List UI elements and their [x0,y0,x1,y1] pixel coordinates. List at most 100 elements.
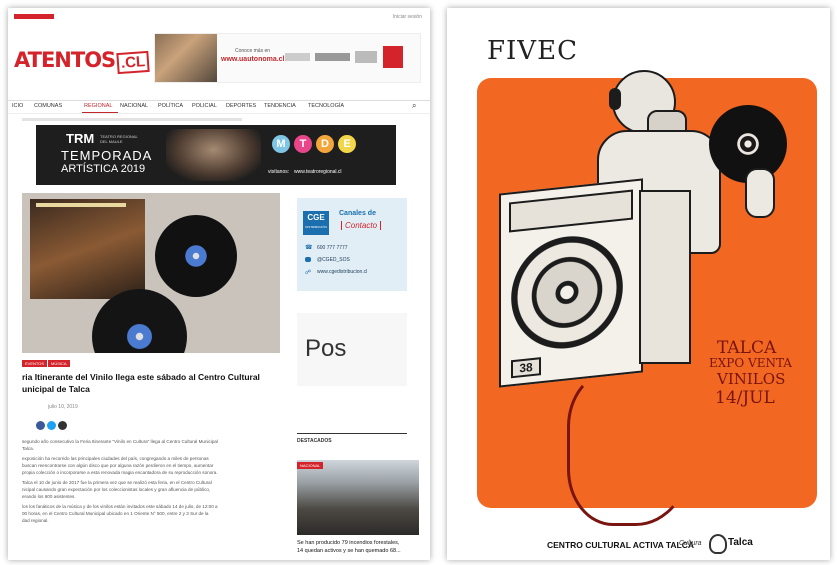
cge-logo: CGE DISTRIBUCIÓN [303,211,329,235]
logo-suffix: .CL [116,50,151,75]
promo-dancer [166,129,261,181]
login-link[interactable]: Iniciar sesión [393,14,422,20]
article-paragraph: los los fanáticos de la música y de los … [22,504,218,509]
twitter-share-icon[interactable] [47,421,56,430]
side-panel [639,190,691,364]
cultura-logo: Cultura [679,540,702,547]
destacados-heading: DESTACADOS [297,438,332,444]
album-title-strip [36,203,126,207]
promo-visit: visítanos: [268,169,290,175]
article-paragraph: 00 horas, en el Centro Cultural Municipa… [22,511,209,516]
promo-line2: ARTÍSTICA 2019 [61,163,146,175]
nav-item-policial[interactable]: POLICIAL [192,103,217,109]
destacados-image[interactable] [297,460,419,535]
astronaut-hand [745,168,775,218]
breadcrumb [22,118,242,121]
cge-twitter: @CGED_SOS [317,257,350,263]
cge-brand: CGE [307,213,325,222]
ad-logo-1 [285,53,310,61]
promo-url: www.teatroregional.cl [294,169,342,175]
album-cover [30,199,145,299]
promo-line1: TEMPORADA [61,148,153,163]
nav-item-politica[interactable]: POLÍTICA [158,103,183,109]
promo-brand-sub: TEATRO REGIONAL DEL MAULE [100,134,138,144]
promo-letter-d: D [316,135,334,153]
cge-title: Canales de [339,210,376,217]
article-paragraph: buscan reencontrarse con algún disco que… [22,463,214,468]
phone-icon: ☎ [305,245,313,251]
talca-emblem-icon [709,534,727,554]
news-page: Iniciar sesión ATENTOS .CL Conoce más en … [8,8,430,560]
poster-line1: EXPO VENTA [709,356,792,370]
destacados-divider [297,433,407,434]
article-tag-eventos[interactable]: EVENTOS [22,360,48,367]
article-title-line2: unicipal de Talca [22,384,90,394]
speaker-backpack: 38 [499,178,643,388]
article-title-line1: ria Itinerante del Vinilo llega este sáb… [22,372,260,382]
fivec-poster: FIVEC 38 TALCA EXPO VENTA VINILOS 14/JUL… [447,8,830,560]
nav-item-tecnologia[interactable]: TECNOLOGÍA [308,103,344,109]
turntable-top [509,189,633,233]
promo-letter-t: T [294,135,312,153]
search-icon[interactable]: ⌕ [412,101,416,111]
article-paragraph: exposición ha recorrido las principales … [22,456,209,461]
speaker-cone [511,230,623,355]
poster-line2: VINILOS [717,370,786,388]
article-paragraph: erando los 600 asistentes. [22,494,76,499]
headphones-icon [609,88,621,110]
cge-phone: 600 777 7777 [317,245,348,251]
article-date: julio 10, 2019 [48,404,78,410]
sidebar-ad-cge[interactable]: CGE DISTRIBUCIÓN Canales de Contacto ☎ 6… [297,198,407,291]
promo-letter-e: E [338,135,356,153]
nav-item-nacional[interactable]: NACIONAL [120,103,148,109]
whatsapp-share-icon[interactable] [58,421,67,430]
web-icon: ☍ [305,270,312,276]
cge-brand-sub: DISTRIBUCIÓN [305,225,327,229]
nav-item-inicio[interactable]: ICIO [12,103,23,109]
main-nav: ICIO COMUNAS REGIONAL NACIONAL POLÍTICA … [8,100,430,114]
article-paragraph: segundo año consecutivo la Feria Itinera… [22,439,218,444]
article-paragraph: propia colección o incorporarse a esta r… [22,470,218,475]
nav-item-regional[interactable]: REGIONAL [84,103,112,109]
ad-photo [155,34,217,82]
poster-title: FIVEC [487,36,578,66]
promo-banner[interactable]: TRM TEATRO REGIONAL DEL MAULE TEMPORADA … [36,125,396,185]
twitter-icon [305,257,311,262]
article-paragraph: nicipal causando gran expectación por lo… [22,487,211,492]
article-hero-image [22,193,280,353]
talca-logo: Talca [728,537,753,548]
nav-active-underline [82,112,118,113]
article-paragraph: Talca. [22,446,34,451]
poster-footer: CENTRO CULTURAL ACTIVA TALCA [547,540,695,550]
article-tag-musica[interactable]: MÚSICA [48,360,70,367]
nav-item-deportes[interactable]: DEPORTES [226,103,256,109]
vinyl-record-1 [155,215,237,297]
article-paragraph: Talca el 10 de junio de 2017 fue la prim… [22,480,212,485]
ad-banner[interactable]: Conoce más en www.uautonoma.cl [154,33,421,83]
article-body: segundo año consecutivo la Feria Itinera… [22,438,294,524]
nav-item-tendencia[interactable]: TENDENCIA [264,103,296,109]
sidebar-ad-2[interactable]: Pos [297,313,407,386]
poster-date: 14/JUL [715,388,775,408]
facebook-share-icon[interactable] [36,421,45,430]
destacados-headline-line1[interactable]: Se han producido 79 incendios forestales… [297,540,399,546]
destacados-tag[interactable]: NACIONAL [297,462,324,469]
article-paragraph: dad regional. [22,518,49,523]
top-red-tag [14,14,54,19]
ad-url: www.uautonoma.cl [221,56,285,63]
sidebar-ad-2-text: Pos [305,335,347,362]
ad-logo-4 [383,46,403,68]
destacados-headline-line2[interactable]: 14 quedan activos y se han quemado 68... [297,548,401,554]
ad-logo-3 [355,51,377,63]
ad-line1: Conoce más en [235,48,271,54]
logo-text: ATENTOS [14,48,116,72]
poster-city: TALCA [717,338,777,358]
promo-letter-m: M [272,135,290,153]
promo-brand: TRM [66,131,95,146]
speaker-number: 38 [511,357,541,379]
site-logo[interactable]: ATENTOS .CL [14,48,151,75]
nav-item-comunas[interactable]: COMUNAS [34,103,62,109]
ad-logo-2 [315,53,350,61]
cge-subtitle: Contacto [341,221,382,230]
cge-web: www.cgedistribucion.cl [317,269,368,275]
